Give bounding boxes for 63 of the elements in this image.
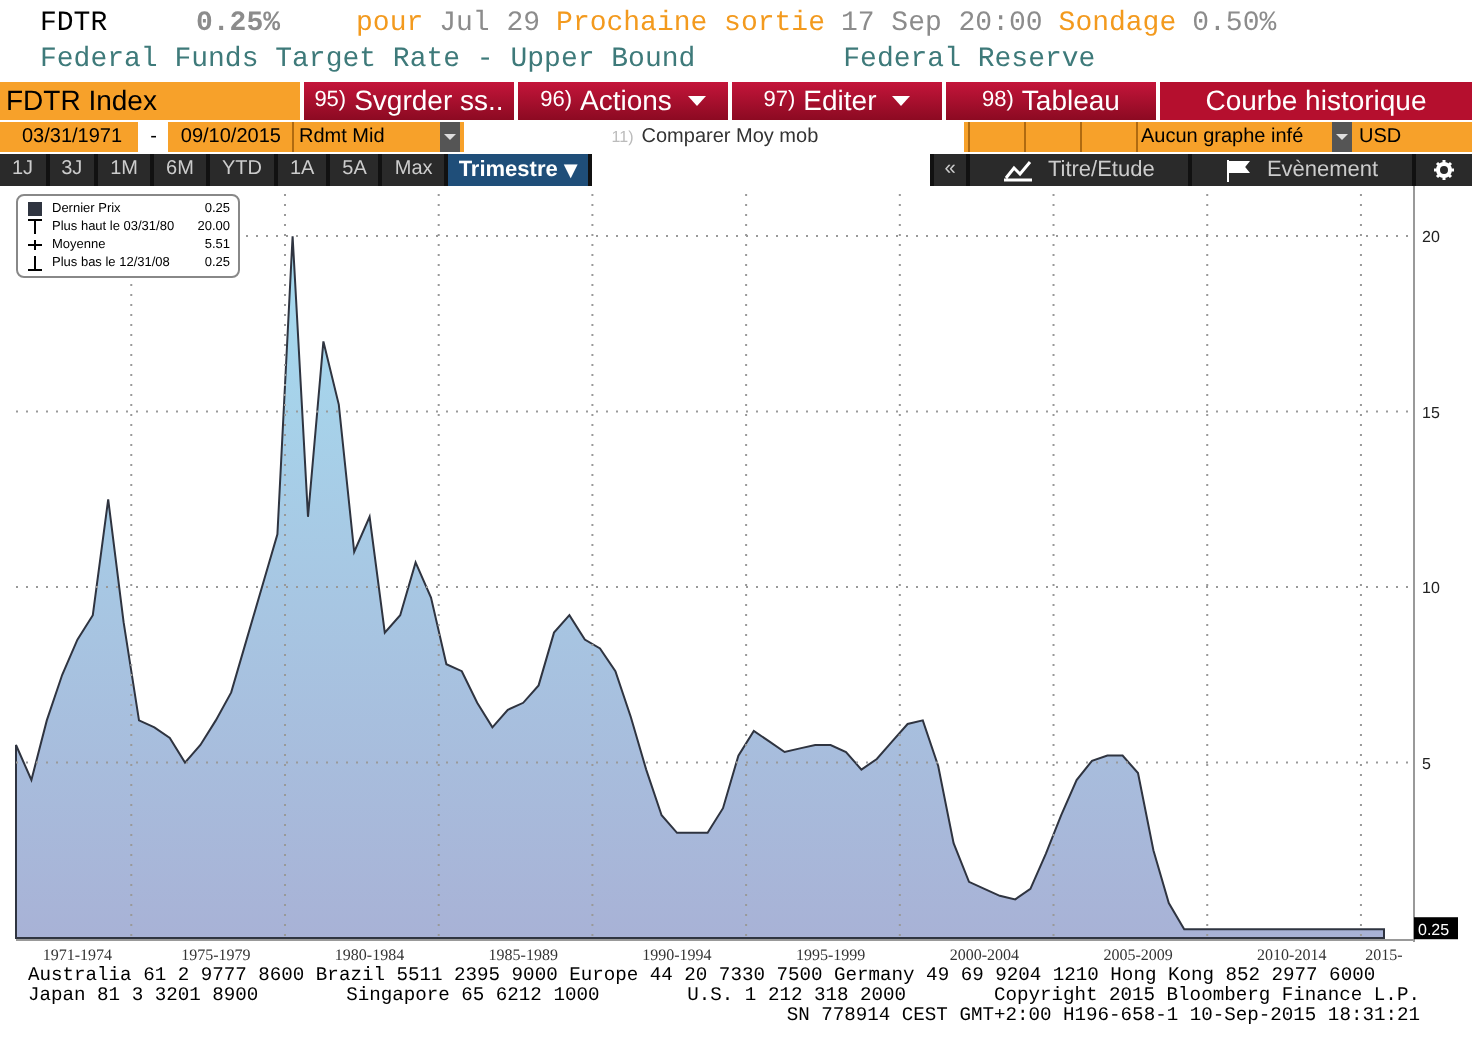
last-value-label: 0.25 bbox=[1414, 917, 1458, 940]
function-title: Courbe historique bbox=[1160, 82, 1472, 120]
compare-field[interactable]: 11) Comparer Moy mob bbox=[464, 122, 965, 152]
period-button[interactable]: 1A bbox=[277, 154, 327, 186]
info-value: Jul 29 bbox=[439, 8, 541, 40]
start-date-field[interactable]: 03/31/1971 bbox=[10, 122, 135, 152]
x-axis-label: 2015- bbox=[1365, 946, 1403, 964]
x-axis-label: 1990-1994 bbox=[642, 946, 712, 964]
menu-button[interactable]: 97) Editer bbox=[732, 82, 942, 120]
flag-icon bbox=[1226, 159, 1251, 181]
period-button[interactable]: 5A bbox=[330, 154, 379, 186]
period-button[interactable]: Max bbox=[382, 154, 445, 186]
footer-text: SN 778914 CEST GMT+2:00 H196-658-1 10-Sep-2015 18:31:21 bbox=[786, 1006, 1420, 1026]
x-axis-label: 1975-1979 bbox=[181, 946, 251, 964]
frequency-dropdown[interactable]: Trimestre ▼ bbox=[448, 154, 588, 186]
info-label: Prochaine sortie bbox=[556, 8, 825, 40]
y-axis-label: 5 bbox=[1422, 754, 1431, 773]
series-description: Federal Funds Target Rate - Upper Bound bbox=[40, 42, 696, 80]
y-axis-label: 15 bbox=[1422, 403, 1440, 422]
x-axis-label: 1971-1974 bbox=[42, 946, 113, 964]
x-axis-label: 1995-1999 bbox=[796, 946, 866, 964]
x-axis-label: 1985-1989 bbox=[488, 946, 558, 964]
security-field[interactable]: FDTR Index bbox=[0, 82, 300, 120]
settings-icon[interactable] bbox=[1416, 154, 1472, 186]
period-button[interactable]: YTD bbox=[209, 154, 274, 186]
menu-button[interactable]: 98) Tableau bbox=[946, 82, 1156, 120]
lower-chart-field[interactable]: Aucun graphe infé bbox=[1136, 122, 1329, 152]
legend-marker-icon bbox=[26, 236, 44, 254]
yield-field[interactable]: Rdmt Mid bbox=[292, 122, 437, 152]
x-axis-label: 2000-2004 bbox=[949, 946, 1020, 964]
period-button[interactable]: 6M bbox=[154, 154, 206, 186]
footer-text: U.S. 1 212 318 2000 bbox=[687, 986, 907, 1006]
current-value: 0.25% bbox=[196, 8, 281, 40]
footer-text: Singapore 65 6212 1000 bbox=[346, 986, 600, 1006]
x-axis-label: 2005-2009 bbox=[1103, 946, 1173, 964]
legend-marker-icon bbox=[26, 218, 44, 236]
x-axis-label: 1980-1984 bbox=[334, 946, 405, 964]
end-date-field[interactable]: 09/10/2015 bbox=[172, 122, 289, 152]
x-axis-label: 2010-2014 bbox=[1257, 946, 1327, 964]
footer-text: Japan 81 3 3201 8900 bbox=[28, 986, 259, 1006]
period-button[interactable]: 3J bbox=[49, 154, 95, 186]
menu-button[interactable]: 96) Actions bbox=[518, 82, 728, 120]
y-axis-label: 20 bbox=[1422, 228, 1440, 247]
toolbar-button[interactable]: Evènement bbox=[1192, 154, 1413, 186]
legend-marker-icon bbox=[26, 254, 44, 272]
date-separator: - bbox=[138, 122, 169, 152]
info-value: 0.50% bbox=[1192, 8, 1277, 40]
menu-button[interactable]: 95) Svgrder ss.. bbox=[304, 82, 514, 120]
y-axis-label: 10 bbox=[1422, 579, 1440, 598]
collapse-button[interactable]: « bbox=[934, 154, 966, 186]
info-value: 17 Sep 20:00 bbox=[840, 8, 1043, 40]
period-button[interactable]: 1J bbox=[0, 154, 46, 186]
period-button[interactable]: 1M bbox=[98, 154, 151, 186]
info-label: pour bbox=[356, 8, 424, 40]
series-source: Federal Reserve bbox=[843, 42, 1096, 80]
info-label: Sondage bbox=[1058, 8, 1177, 40]
legend-marker-icon bbox=[26, 200, 44, 218]
line-chart-icon bbox=[1003, 159, 1032, 181]
toolbar-button[interactable]: Titre/Etude bbox=[969, 154, 1189, 186]
footer-text: Copyright 2015 Bloomberg Finance L.P. bbox=[993, 986, 1420, 1006]
currency-field[interactable]: USD bbox=[1356, 122, 1417, 152]
footer-text: Australia 61 2 9777 8600 Brazil 5511 2395 9000 Europe 44 20 7330 7500 Germany 49 69 9204 1210 Hong Kong 852 2977 6000 bbox=[28, 966, 1376, 986]
ticker: FDTR bbox=[40, 8, 110, 40]
